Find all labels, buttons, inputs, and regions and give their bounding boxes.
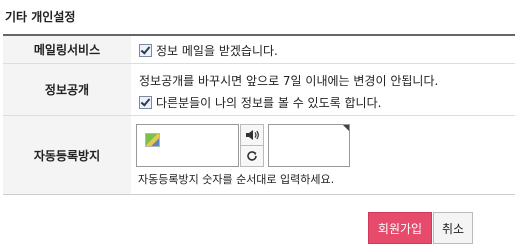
captcha-label: 자동등록방지 [3,116,131,194]
bottom-divider [3,194,515,195]
public-info-checkbox-label: 다른분들이 나의 정보를 볼 수 있도록 합니다. [156,96,382,110]
mailing-option[interactable]: 정보 메일을 받겠습니다. [139,42,278,59]
mailing-checkbox-label: 정보 메일을 받겠습니다. [156,44,278,58]
captcha-help-text: 자동등록방지 숫자를 순서대로 입력하세요. [138,173,335,186]
broken-image-icon [145,133,160,147]
section-title: 기타 개인설정 [5,10,76,24]
mailing-checkbox[interactable] [139,44,152,57]
public-info-row: 정보공개 정보공개를 바꾸시면 앞으로 7일 이내에는 변경이 안됩니다. 다른… [3,64,515,116]
signup-button[interactable]: 회원가입 [368,212,432,244]
speaker-icon [246,130,259,140]
public-info-notice: 정보공개를 바꾸시면 앞으로 7일 이내에는 변경이 안됩니다. [139,74,439,88]
mailing-row: 메일링서비스 정보 메일을 받겠습니다. [3,36,515,64]
public-info-label: 정보공개 [3,64,131,115]
refresh-icon [247,151,257,161]
captcha-audio-button[interactable] [240,124,264,146]
captcha-input[interactable] [268,124,350,167]
captcha-refresh-button[interactable] [240,145,264,167]
public-info-option[interactable]: 다른분들이 나의 정보를 볼 수 있도록 합니다. [139,94,438,111]
public-info-checkbox[interactable] [139,96,152,109]
cancel-button[interactable]: 취소 [433,212,473,244]
captcha-image-box [136,124,239,167]
mailing-label: 메일링서비스 [3,36,131,63]
